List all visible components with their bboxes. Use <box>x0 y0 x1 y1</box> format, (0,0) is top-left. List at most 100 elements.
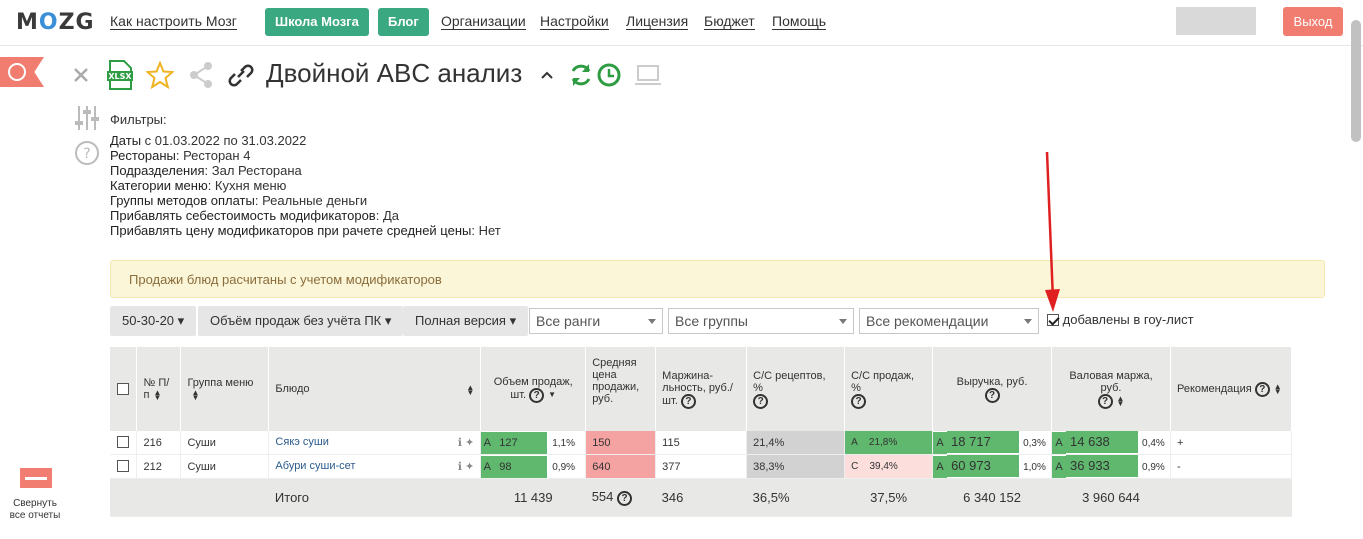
rank-select[interactable]: Все ранги <box>529 308 663 334</box>
blog-button[interactable]: Блог <box>378 8 429 36</box>
nav-link-settings[interactable]: Настройки <box>540 14 609 30</box>
col-revenue[interactable]: Выручка, руб.? <box>932 347 1053 431</box>
footer-cost-recipe: 36,5% <box>746 478 845 517</box>
filters-summary: Фильтры: Даты с 01.03.2022 по 31.03.2022… <box>110 112 501 238</box>
brain-ribbon[interactable] <box>0 57 44 87</box>
nav-link-budget[interactable]: Бюджет <box>704 14 755 30</box>
cell-num: 216 <box>136 431 182 455</box>
go-list-filter[interactable]: добавлены в гоу-лист <box>1047 312 1194 327</box>
cell-avg-price: 640 <box>585 454 657 479</box>
col-volume[interactable]: Объем продаж, шт. ? ▼ <box>480 347 587 431</box>
col-avg-price[interactable]: Средняя цена продажи, руб. <box>585 347 657 431</box>
cell-margin: 377 <box>655 454 748 479</box>
nav-link-organizations[interactable]: Организации <box>441 14 526 30</box>
info-puzzle-icons[interactable]: ℹ ✦ <box>458 436 474 449</box>
volume-mode-dropdown-button[interactable]: Объём продаж без учёта ПК ▾ <box>198 306 404 336</box>
cell-cost-recipe: 38,3% <box>746 454 846 479</box>
star-icon[interactable] <box>146 61 174 89</box>
footer-revenue: 6 340 152 <box>932 478 1052 517</box>
report-title: Двойной ABC анализ <box>266 58 523 88</box>
cell-num: 212 <box>136 454 182 479</box>
table-header-row: № П/п ▲ ▼ Группа меню▲ ▼ Блюдо ▲ ▼ Объем прод… <box>110 347 1293 431</box>
sort-icon: ▲ ▼ <box>1273 381 1282 396</box>
svg-text:?: ? <box>83 146 90 162</box>
help-icon[interactable]: ? <box>984 387 1000 403</box>
caret-down-icon <box>1024 319 1032 324</box>
refresh-icon[interactable] <box>568 62 594 88</box>
footer-label: Итого <box>268 478 481 517</box>
help-icon[interactable]: ? <box>1254 381 1270 397</box>
share-icon[interactable] <box>188 61 214 89</box>
link-icon[interactable] <box>226 62 254 88</box>
help-icon[interactable]: ? <box>617 491 633 506</box>
row-checkbox[interactable] <box>117 460 130 472</box>
clock-icon[interactable] <box>596 62 622 88</box>
mozg-logo[interactable]: MOZG <box>16 10 95 35</box>
user-placeholder[interactable] <box>1176 7 1256 35</box>
cell-avg-price: 150 <box>585 431 657 455</box>
footer-gross-margin: 3 960 644 <box>1051 478 1171 517</box>
brain-icon <box>8 63 26 81</box>
row-checkbox[interactable] <box>117 436 130 448</box>
sliders-icon[interactable] <box>74 104 100 132</box>
help-icon[interactable]: ? <box>529 387 545 403</box>
logout-button[interactable]: Выход <box>1283 7 1343 36</box>
top-navbar: MOZG Как настроить Мозг Школа Мозга Блог… <box>0 0 1363 46</box>
info-puzzle-icons[interactable]: ℹ ✦ <box>458 460 474 473</box>
collapse-all-button[interactable] <box>20 468 52 488</box>
xlsx-icon[interactable]: XLSX <box>106 60 134 90</box>
ratio-dropdown-button[interactable]: 50-30-20 ▾ <box>110 306 197 336</box>
col-recommendation[interactable]: Рекомендация ? ▲ ▼ <box>1170 347 1293 431</box>
page-scrollbar[interactable] <box>1351 20 1361 142</box>
help-icon[interactable]: ? <box>851 393 867 409</box>
col-num[interactable]: № П/п ▲ ▼ <box>136 347 182 431</box>
nav-link-help[interactable]: Помощь <box>772 14 827 30</box>
caret-down-icon <box>648 319 656 324</box>
filter-row-departments: Подразделения: Зал Ресторана <box>110 163 302 178</box>
help-icon[interactable]: ? <box>1097 393 1113 409</box>
select-all-checkbox[interactable] <box>117 382 130 395</box>
col-margin[interactable]: Маржина-льность, руб./шт. ? <box>655 347 748 431</box>
cell-cost-sales: A 21,8% <box>844 431 934 455</box>
col-gross-margin[interactable]: Валовая маржа, руб.? ▲ ▼ <box>1051 347 1171 431</box>
filters-heading: Фильтры: <box>110 112 167 127</box>
cell-recommendation: - <box>1170 454 1293 479</box>
collapse-all-label[interactable]: Свернуть все отчеты <box>4 498 66 522</box>
sort-icon: ▲ ▼ <box>153 388 162 403</box>
sort-icon: ▲ ▼ <box>466 383 475 397</box>
filter-row-payment-groups: Группы методов оплаты: Реальные деньги <box>110 193 368 208</box>
filter-row-modifier-price: Прибавлять цену модификаторов при рачете… <box>110 223 501 238</box>
table-row: 212 Суши Абури суши-сет ℹ ✦ A 98 0,9% 640 3… <box>110 454 1293 479</box>
chevron-up-icon[interactable] <box>540 70 554 80</box>
select-all-header <box>110 347 138 431</box>
cell-recommendation: + <box>1170 431 1293 455</box>
caret-down-icon <box>839 319 847 324</box>
col-cost-recipe[interactable]: С/С рецептов, %? <box>746 347 846 431</box>
dish-link[interactable]: Абури суши-сет <box>275 460 355 472</box>
table-row: 216 Суши Сякэ суши ℹ ✦ A 127 1,1% 150 115 2… <box>110 431 1293 455</box>
laptop-icon[interactable] <box>634 64 662 86</box>
footer-margin: 346 <box>655 478 747 517</box>
help-icon[interactable]: ? <box>74 140 100 166</box>
sort-down-icon: ▼ <box>548 390 557 400</box>
sort-icon: ▲ ▼ <box>1116 393 1125 408</box>
col-group[interactable]: Группа меню▲ ▼ <box>180 347 270 431</box>
cell-revenue: A 18 717 0,3% <box>932 431 1053 455</box>
group-select[interactable]: Все группы <box>668 308 854 334</box>
recommendation-select[interactable]: Все рекомендации <box>859 308 1039 334</box>
cell-gross-margin: A 36 933 0,9% <box>1051 454 1171 479</box>
nav-link-license[interactable]: Лицензия <box>626 14 689 30</box>
cell-gross-margin: A 14 638 0,4% <box>1051 431 1171 455</box>
help-icon[interactable]: ? <box>753 393 769 409</box>
close-icon[interactable] <box>72 66 90 84</box>
col-cost-sales[interactable]: С/С продаж, %? <box>844 347 934 431</box>
version-dropdown-button[interactable]: Полная версия ▾ <box>403 306 529 336</box>
sort-icon: ▲ ▼ <box>191 388 200 403</box>
school-button[interactable]: Школа Мозга <box>265 8 369 36</box>
nav-link-how-to[interactable]: Как настроить Мозг <box>110 14 237 30</box>
cell-dish: Сякэ суши ℹ ✦ <box>268 431 482 455</box>
dish-link[interactable]: Сякэ суши <box>275 436 328 448</box>
filter-row-restaurants: Рестораны: Ресторан 4 <box>110 148 251 163</box>
help-icon[interactable]: ? <box>680 393 696 409</box>
col-dish[interactable]: Блюдо ▲ ▼ <box>268 347 482 431</box>
